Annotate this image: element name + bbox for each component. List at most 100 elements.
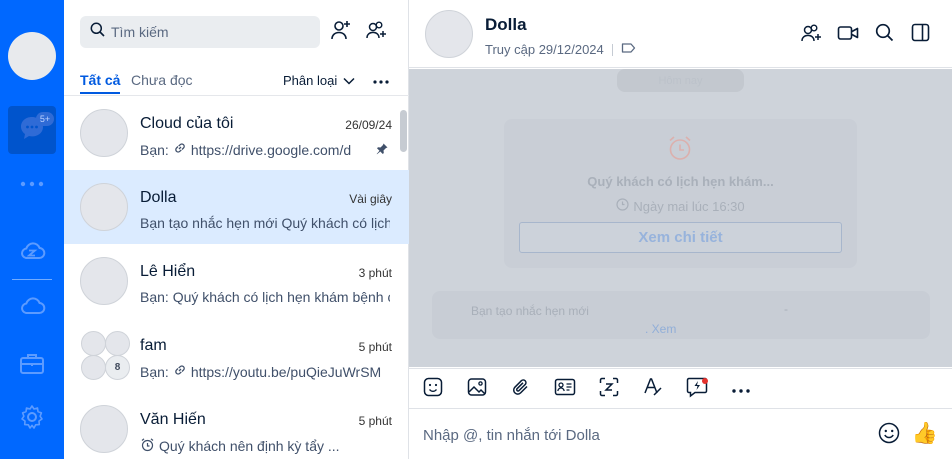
conversation-name: fam xyxy=(140,337,167,354)
conversation-filters: Tất cả Chưa đọc Phân loại xyxy=(80,70,393,94)
list-more-button[interactable] xyxy=(369,70,393,90)
smiley-icon xyxy=(878,422,900,449)
preview-link: https://drive.google.com/d xyxy=(190,141,352,158)
avatar xyxy=(80,405,128,453)
conversation-name: Dolla xyxy=(140,189,177,206)
conversation-list-panel: Tất cả Chưa đọc Phân loại Cloud của tôi … xyxy=(64,0,409,459)
chat-header: Dolla Truy cập 29/12/2024 xyxy=(409,0,952,68)
my-avatar[interactable] xyxy=(8,32,56,80)
rail-divider xyxy=(12,279,52,280)
cloud-nav-button[interactable] xyxy=(8,284,56,332)
conversation-time: 3 phút xyxy=(358,266,392,280)
text-format-icon xyxy=(643,377,663,402)
settings-nav-button[interactable] xyxy=(8,395,56,443)
preview-sender: Bạn: xyxy=(140,363,169,380)
search-icon xyxy=(875,23,894,47)
member-avatar xyxy=(105,331,130,356)
add-group-icon xyxy=(365,19,387,46)
status-divider xyxy=(611,43,613,56)
preview-text: Bạn: Quý khách có lịch hẹn khám bệnh c xyxy=(140,289,390,305)
conversation-preview: Bạn: https://drive.google.com/d xyxy=(140,141,390,158)
avatar xyxy=(80,183,128,231)
conversation-time: 5 phút xyxy=(358,340,392,354)
link-icon xyxy=(173,141,187,158)
date-separator: Hôm nay xyxy=(617,69,744,92)
add-to-group-button[interactable] xyxy=(799,23,823,47)
more-nav-button[interactable] xyxy=(8,160,56,208)
reminder-card: Quý khách có lịch hẹn khám... Ngày mai l… xyxy=(504,119,857,268)
message-area-overlay: Hôm nay Quý khách có lịch hẹn khám... Ng… xyxy=(409,69,952,367)
avatar xyxy=(80,109,128,157)
preview-text: Bạn tạo nhắc hẹn mới Quý khách có lịch xyxy=(140,215,390,231)
sticker-icon xyxy=(423,377,443,402)
tab-unread[interactable]: Chưa đọc xyxy=(131,72,193,88)
link-icon xyxy=(173,363,187,380)
conversation-preview: Bạn tạo nhắc hẹn mới Quý khách có lịch xyxy=(140,215,390,231)
message-input[interactable] xyxy=(423,423,843,447)
sort-label: Phân loại xyxy=(283,73,338,88)
more-horizontal-icon xyxy=(373,71,389,89)
conversation-time: 5 phút xyxy=(358,414,392,428)
tag-icon[interactable] xyxy=(621,42,636,57)
last-seen-text: Truy cập 29/12/2024 xyxy=(485,42,604,57)
view-link[interactable]: . Xem xyxy=(645,322,676,336)
contact-name[interactable]: Dolla xyxy=(485,15,527,35)
paperclip-icon xyxy=(511,377,531,402)
system-message: Bạn tạo nhắc hẹn mới - . Xem xyxy=(432,291,930,339)
sort-dropdown[interactable]: Phân loại xyxy=(283,73,355,88)
send-image-button[interactable] xyxy=(465,377,489,401)
text-format-button[interactable] xyxy=(641,377,665,401)
emoji-button[interactable] xyxy=(877,422,901,449)
unread-badge: 5+ xyxy=(36,112,54,126)
preview-text: Quý khách nên định kỳ tẩy ... xyxy=(159,438,340,454)
quick-like-button[interactable]: 👍 xyxy=(912,421,938,447)
preview-sender: Bạn: xyxy=(140,141,169,158)
conversation-item-dolla[interactable]: Dolla Vài giây Bạn tạo nhắc hẹn mới Quý … xyxy=(64,170,409,244)
conversation-item-le-hien[interactable]: Lê Hiển 3 phút Bạn: Quý khách có lịch hẹ… xyxy=(64,244,409,318)
screenshot-button[interactable] xyxy=(597,377,621,401)
search-messages-button[interactable] xyxy=(872,23,896,47)
composer-toolbar xyxy=(409,368,952,409)
briefcase-icon xyxy=(19,352,45,381)
view-detail-button[interactable]: Xem chi tiết xyxy=(519,222,842,253)
zcloud-nav-button[interactable] xyxy=(8,229,56,277)
add-friend-button[interactable] xyxy=(329,20,353,44)
preview-link: https://youtu.be/puQieJuWrSM xyxy=(190,363,382,380)
zcloud-icon xyxy=(18,239,46,268)
more-horizontal-icon xyxy=(732,380,750,398)
conversation-item-van-hien[interactable]: Văn Hiến 5 phút Quý khách nên định kỳ tẩ… xyxy=(64,392,409,459)
reminder-title: Quý khách có lịch hẹn khám... xyxy=(587,174,774,189)
tab-all[interactable]: Tất cả xyxy=(80,72,121,94)
sticker-button[interactable] xyxy=(421,377,445,401)
conversation-preview: Bạn: Quý khách có lịch hẹn khám bệnh c xyxy=(140,289,390,305)
screen-capture-icon xyxy=(599,377,619,402)
nav-rail: 5+ xyxy=(0,0,64,459)
conversation-name: Lê Hiển xyxy=(140,263,196,280)
member-avatar xyxy=(81,331,106,356)
clock-icon xyxy=(616,198,629,214)
more-options-button[interactable] xyxy=(729,377,753,401)
video-camera-icon xyxy=(837,25,859,46)
create-group-button[interactable] xyxy=(364,20,388,44)
system-message-text: Bạn tạo nhắc hẹn mới xyxy=(471,304,589,318)
contact-avatar[interactable] xyxy=(425,10,473,58)
add-group-icon xyxy=(800,22,822,49)
toolbox-nav-button[interactable] xyxy=(8,342,56,390)
chat-panel: Dolla Truy cập 29/12/2024 Hôm nay Quý kh… xyxy=(409,0,952,459)
system-message-dash: - xyxy=(784,302,788,316)
list-scrollbar[interactable] xyxy=(400,110,407,152)
video-call-button[interactable] xyxy=(836,23,860,47)
image-icon xyxy=(467,377,487,402)
quick-message-button[interactable] xyxy=(685,377,709,401)
gear-icon xyxy=(19,404,45,435)
send-contact-card-button[interactable] xyxy=(553,377,577,401)
reminder-time: Ngày mai lúc 16:30 xyxy=(504,198,857,214)
search-box[interactable] xyxy=(80,16,320,48)
attach-file-button[interactable] xyxy=(509,377,533,401)
conversation-item-fam[interactable]: 8 fam 5 phút Bạn: https://youtu.be/puQie… xyxy=(64,318,409,392)
conversation-item-cloud[interactable]: Cloud của tôi 26/09/24 Bạn: https://driv… xyxy=(64,96,409,170)
toggle-info-panel-button[interactable] xyxy=(908,23,932,47)
search-input[interactable] xyxy=(111,24,311,40)
conversation-name: Cloud của tôi xyxy=(140,115,234,132)
messages-nav-button[interactable]: 5+ xyxy=(8,106,56,154)
